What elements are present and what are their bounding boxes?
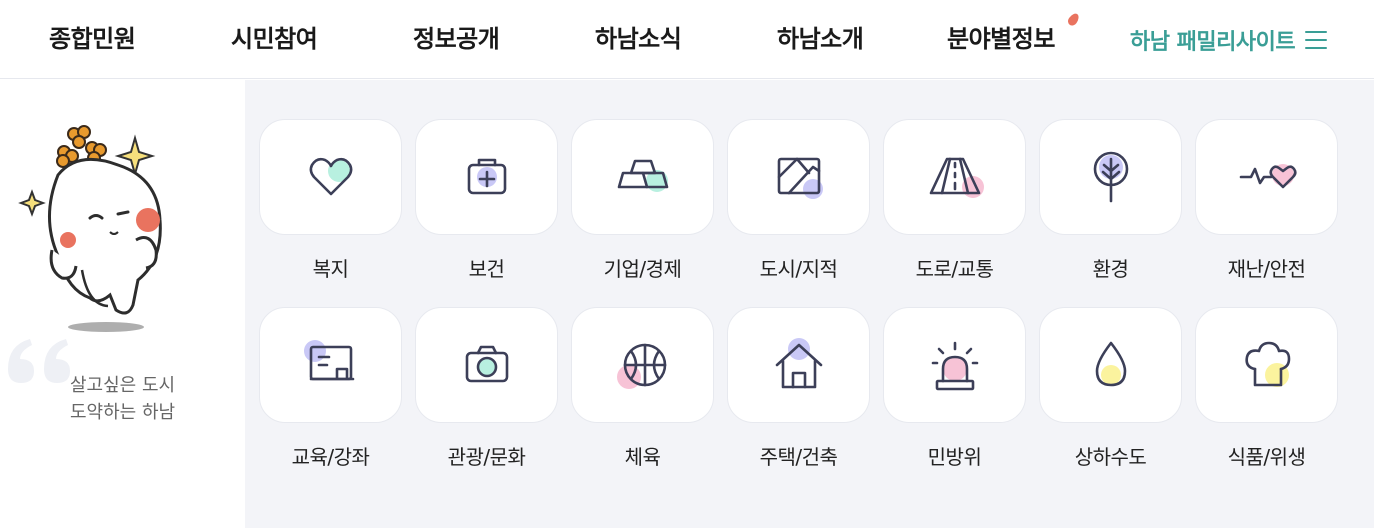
house-icon: [775, 338, 822, 389]
category-icon-box[interactable]: [883, 307, 1026, 423]
nav-item-citizen-participation[interactable]: 시민참여: [231, 0, 318, 79]
siren-icon: [931, 341, 978, 391]
category-icon-box[interactable]: [415, 307, 558, 423]
mascot-character-icon: [18, 125, 162, 332]
family-site-label: 하남 패밀리사이트: [1130, 29, 1296, 55]
category-icon-box[interactable]: [1039, 119, 1182, 235]
category-tile[interactable]: 보건: [415, 119, 558, 282]
city-map-icon: [777, 157, 823, 199]
category-icon-box[interactable]: [727, 119, 870, 235]
hamburger-menu-icon[interactable]: [1305, 30, 1328, 50]
category-icon-box[interactable]: [415, 119, 558, 235]
blackboard-icon: [303, 340, 354, 381]
category-label: 도시/지적: [759, 257, 838, 281]
nav-item-information-disclosure[interactable]: 정보공개: [413, 0, 500, 79]
category-tile[interactable]: 체육: [571, 307, 714, 470]
heart-icon: [309, 157, 352, 196]
category-tile[interactable]: 식품/위생: [1195, 307, 1338, 470]
field-info-category-grid: 복지 보건 기업/경제 도시/지적 도로/교통 환경 재난/안전교육/강좌 관광/문화 체육 주택…: [245, 80, 1374, 528]
camera-icon: [465, 345, 508, 383]
category-tile[interactable]: 교육/강좌: [259, 307, 402, 470]
category-icon-box[interactable]: [1195, 307, 1338, 423]
category-icon-box[interactable]: [571, 307, 714, 423]
family-site-button[interactable]: 하남 패밀리사이트: [1130, 0, 1328, 79]
category-label: 기업/경제: [603, 257, 682, 281]
city-slogan: 살고싶은 도시 도약하는 하남: [70, 372, 175, 426]
road-icon: [929, 157, 984, 198]
category-tile[interactable]: 관광/문화: [415, 307, 558, 470]
category-tile[interactable]: 기업/경제: [571, 119, 714, 282]
category-label: 복지: [312, 257, 349, 281]
category-icon-box[interactable]: [571, 119, 714, 235]
nav-item-hanam-intro[interactable]: 하남소개: [777, 0, 864, 79]
category-tile[interactable]: 재난/안전: [1195, 119, 1338, 282]
category-icon-box[interactable]: [1195, 119, 1338, 235]
first-aid-kit-icon: [467, 158, 506, 195]
category-label: 상하수도: [1074, 445, 1147, 469]
basketball-icon: [616, 343, 666, 389]
tree-icon: [1093, 151, 1128, 203]
left-promo-panel: 살고싶은 도시 도약하는 하남: [0, 80, 245, 528]
slogan-line-2: 도약하는 하남: [70, 402, 176, 423]
category-label: 관광/문화: [447, 445, 526, 469]
quote-mark-icon: [8, 339, 70, 383]
category-tile[interactable]: 도시/지적: [727, 119, 870, 282]
category-tile[interactable]: 환경: [1039, 119, 1182, 282]
category-label: 환경: [1092, 257, 1129, 281]
category-icon-box[interactable]: [259, 119, 402, 235]
category-label: 재난/안전: [1227, 257, 1306, 281]
category-label: 도로/교통: [915, 257, 994, 281]
category-label: 보건: [468, 257, 505, 281]
gold-bars-icon: [617, 159, 668, 192]
heartbeat-icon: [1239, 164, 1297, 189]
nav-item-field-info[interactable]: 분야별정보: [947, 0, 1055, 79]
water-drop-icon: [1095, 341, 1126, 387]
category-icon-box[interactable]: [259, 307, 402, 423]
category-icon-box[interactable]: [1039, 307, 1182, 423]
nav-item-hanam-news[interactable]: 하남소식: [595, 0, 682, 79]
chef-hat-icon: [1244, 341, 1290, 387]
top-navigation: 종합민원 시민참여 정보공개 하남소식 하남소개 분야별정보 하남 패밀리사이트: [0, 0, 1374, 79]
category-tile[interactable]: 복지: [259, 119, 402, 282]
category-label: 교육/강좌: [291, 445, 370, 469]
category-icon-box[interactable]: [883, 119, 1026, 235]
category-tile[interactable]: 도로/교통: [883, 119, 1026, 282]
category-label: 민방위: [927, 445, 982, 469]
category-icon-box[interactable]: [727, 307, 870, 423]
category-label: 체육: [624, 445, 661, 469]
category-tile[interactable]: 주택/건축: [727, 307, 870, 470]
category-tile[interactable]: 민방위: [883, 307, 1026, 470]
new-indicator-dot: [1066, 11, 1081, 28]
category-tile[interactable]: 상하수도: [1039, 307, 1182, 470]
category-label: 식품/위생: [1227, 445, 1306, 469]
slogan-line-1: 살고싶은 도시: [70, 375, 176, 396]
category-label: 주택/건축: [759, 445, 838, 469]
nav-item-general-civil[interactable]: 종합민원: [49, 0, 136, 79]
